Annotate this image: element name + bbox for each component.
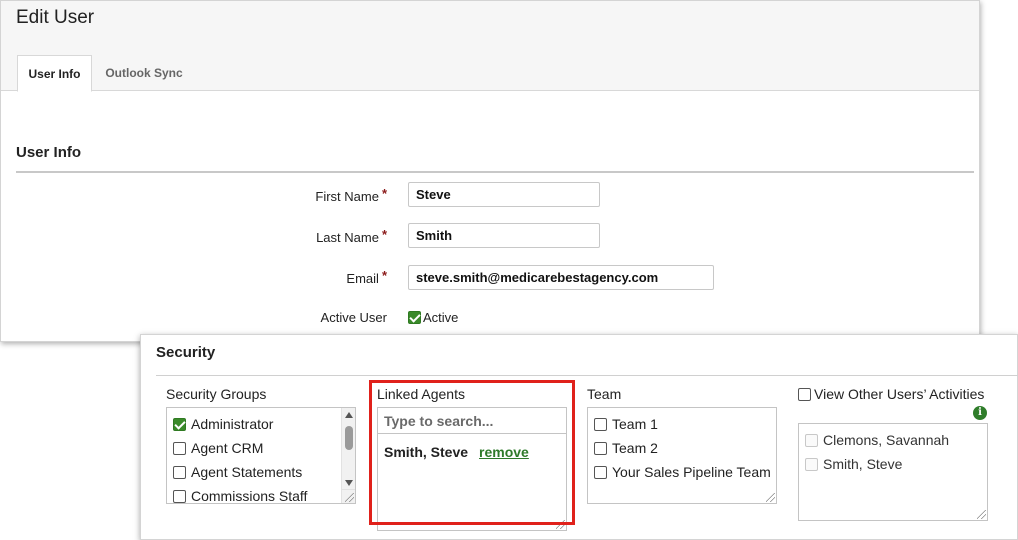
last-name-label: Last Name *: [316, 227, 387, 245]
info-icon[interactable]: i: [973, 406, 987, 420]
active-user-label: Active User: [320, 310, 387, 325]
required-mark: *: [381, 227, 387, 242]
view-other-users-checkbox[interactable]: [798, 387, 811, 401]
section-divider: [16, 171, 974, 173]
active-checkbox[interactable]: [408, 311, 421, 324]
section-divider: [156, 375, 1018, 376]
list-item: Clemons, Savannah: [805, 432, 949, 448]
commissions-staff-checkbox[interactable]: [173, 489, 186, 503]
active-checkbox-label: Active: [423, 310, 459, 325]
security-heading: Security: [156, 344, 216, 361]
security-groups-label: Security Groups: [166, 386, 267, 402]
view-other-users-label: View Other Users’ Activities: [814, 386, 985, 402]
list-item[interactable]: Agent CRM: [173, 440, 263, 456]
agent-crm-checkbox[interactable]: [173, 441, 186, 455]
list-item: Smith, Steve: [805, 456, 902, 472]
linked-agents-highlight: [369, 380, 575, 525]
first-name-label: First Name *: [315, 186, 387, 204]
list-item[interactable]: Team 2: [594, 440, 658, 456]
scroll-down-icon[interactable]: [345, 480, 353, 486]
tab-outlook-sync[interactable]: Outlook Sync: [101, 55, 187, 92]
last-name-label-text: Last Name: [316, 230, 379, 245]
list-item[interactable]: Commissions Staff: [173, 488, 308, 504]
last-name-field[interactable]: [408, 223, 600, 248]
active-checkbox-row: Active: [408, 310, 458, 325]
tab-user-info[interactable]: User Info: [17, 55, 92, 92]
email-field[interactable]: [408, 265, 714, 290]
team-label: Team: [587, 386, 622, 402]
email-label-text: Email: [346, 271, 379, 286]
list-item-label: Agent Statements: [191, 464, 303, 480]
view-other-users-row[interactable]: View Other Users’ Activities: [798, 386, 984, 402]
team-2-checkbox[interactable]: [594, 441, 607, 455]
user-info-heading: User Info: [16, 144, 82, 161]
list-item[interactable]: Team 1: [594, 416, 658, 432]
scroll-up-icon[interactable]: [345, 412, 353, 418]
team-list[interactable]: Team 1 Team 2 Your Sales Pipeline Team: [587, 407, 777, 504]
list-item[interactable]: Your Sales Pipeline Team: [594, 464, 771, 480]
list-item-label: Team 1: [612, 416, 658, 432]
clemons-savannah-checkbox: [805, 433, 818, 447]
security-card: Security Security Groups Administrator A…: [140, 334, 1018, 540]
resize-grip-icon[interactable]: [977, 510, 986, 519]
sales-pipeline-team-checkbox[interactable]: [594, 465, 607, 479]
other-users-list: Clemons, Savannah Smith, Steve: [798, 423, 988, 521]
resize-handle[interactable]: [341, 489, 355, 503]
edit-user-card: Edit User User Info Outlook Sync User In…: [0, 0, 980, 342]
page-header: Edit User User Info Outlook Sync: [1, 1, 979, 92]
first-name-label-text: First Name: [315, 189, 379, 204]
page-title: Edit User: [16, 7, 95, 28]
team-1-checkbox[interactable]: [594, 417, 607, 431]
list-item-label: Commissions Staff: [191, 488, 308, 504]
list-item-label: Team 2: [612, 440, 658, 456]
email-label: Email *: [346, 268, 387, 286]
administrator-checkbox[interactable]: [173, 417, 186, 431]
required-mark: *: [381, 268, 387, 283]
list-item-label: Agent CRM: [191, 440, 264, 456]
list-item-label: Smith, Steve: [823, 456, 903, 472]
first-name-field[interactable]: [408, 182, 600, 207]
list-item-label: Clemons, Savannah: [823, 432, 950, 448]
smith-steve-checkbox: [805, 457, 818, 471]
list-item-label: Administrator: [191, 416, 274, 432]
list-item-label: Your Sales Pipeline Team: [612, 464, 771, 480]
list-item[interactable]: Agent Statements: [173, 464, 302, 480]
list-item[interactable]: Administrator: [173, 416, 273, 432]
security-groups-list[interactable]: Administrator Agent CRM Agent Statements…: [166, 407, 356, 504]
agent-statements-checkbox[interactable]: [173, 465, 186, 479]
scrollbar[interactable]: [341, 408, 355, 490]
resize-grip-icon: [345, 493, 354, 502]
resize-grip-icon[interactable]: [766, 493, 775, 502]
scroll-thumb[interactable]: [345, 426, 353, 450]
required-mark: *: [381, 186, 387, 201]
